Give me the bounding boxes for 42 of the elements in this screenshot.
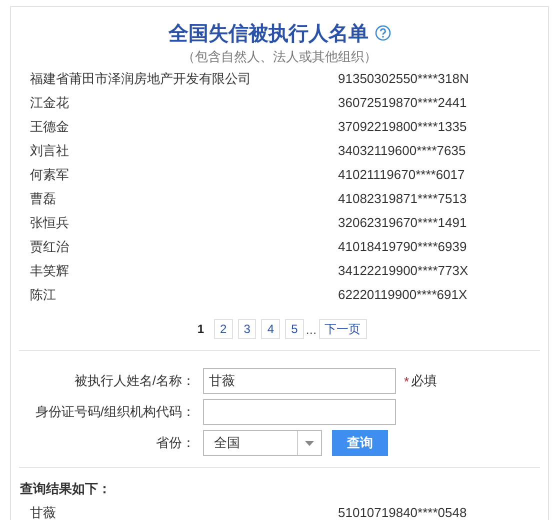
page-link[interactable]: 4 (261, 319, 280, 339)
id-number: 37092219800****1335 (338, 118, 467, 136)
current-page: 1 (196, 321, 206, 338)
caret-icon (305, 440, 314, 446)
province-label: 省份： (155, 434, 195, 452)
name-field[interactable]: 甘薇 (203, 368, 396, 394)
id-field[interactable] (203, 399, 396, 425)
person-name: 张恒兵 (30, 214, 70, 232)
person-name: 江金花 (30, 94, 70, 112)
id-number: 51010719840****0548 (338, 504, 467, 520)
results-heading: 查询结果如下： (19, 480, 112, 498)
person-name: 陈江 (30, 286, 57, 304)
help-icon[interactable] (374, 25, 390, 41)
person-name: 王德金 (30, 118, 70, 136)
name-label: 被执行人姓名/名称： (73, 372, 195, 390)
required-mark: * (404, 374, 410, 388)
id-label: 身份证号码/组织机构代码： (34, 403, 195, 421)
page-link[interactable]: 2 (214, 319, 233, 339)
person-name: 丰笑辉 (30, 262, 70, 280)
person-name: 何素军 (30, 166, 70, 184)
id-number: 41021119670****6017 (338, 166, 465, 184)
id-number: 32062319670****1491 (338, 214, 467, 232)
ellipsis: ... (306, 322, 317, 336)
province-select[interactable]: 全国 (203, 430, 322, 456)
id-number: 62220119900****691X (338, 286, 468, 304)
id-number: 41018419790****6939 (338, 238, 467, 256)
id-number: 41082319871****7513 (338, 190, 467, 208)
required-text: 必填 (411, 372, 438, 390)
id-number: 34032119600****7635 (338, 142, 466, 160)
id-number: 34122219900****773X (338, 262, 468, 280)
person-name: 贾红治 (30, 238, 70, 256)
person-name: 福建省莆田市泽润房地产开发有限公司 (30, 70, 252, 88)
person-name: 曹磊 (30, 190, 57, 208)
page-title: 全国失信被执行人名单 (168, 22, 368, 46)
person-name: 甘薇 (30, 504, 57, 520)
page-link[interactable]: 3 (238, 319, 256, 339)
id-number: 36072519870****2441 (338, 94, 467, 112)
person-name: 刘言社 (30, 142, 70, 160)
next-page-link[interactable]: 下一页 (318, 319, 367, 339)
page-link[interactable]: 5 (285, 319, 304, 339)
subtitle: （包含自然人、法人或其他组织） (181, 48, 378, 66)
id-number: 91350302550****318N (338, 70, 469, 88)
